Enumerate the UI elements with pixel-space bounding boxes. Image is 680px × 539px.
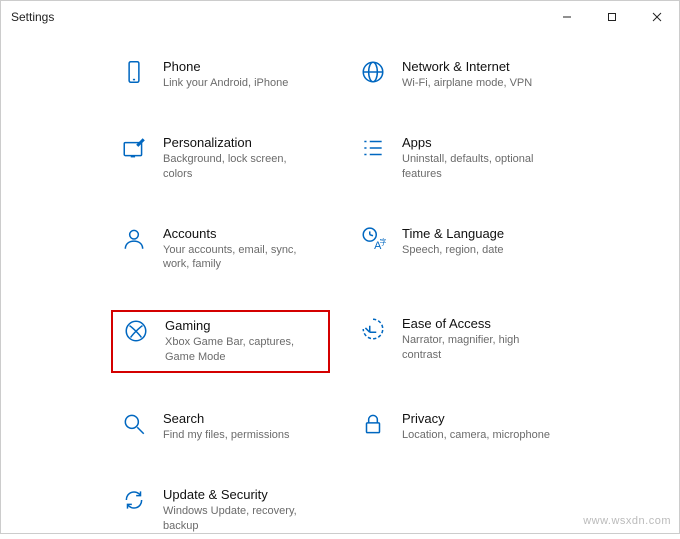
xbox-icon bbox=[121, 318, 151, 348]
settings-item-network[interactable]: Network & Internet Wi-Fi, airplane mode,… bbox=[350, 53, 569, 97]
item-desc: Location, camera, microphone bbox=[402, 428, 550, 443]
settings-item-ease-of-access[interactable]: Ease of Access Narrator, magnifier, high… bbox=[350, 310, 569, 373]
item-title: Personalization bbox=[163, 135, 313, 150]
ease-of-access-icon bbox=[358, 316, 388, 346]
maximize-button[interactable] bbox=[589, 1, 634, 33]
item-desc: Uninstall, defaults, optional features bbox=[402, 152, 552, 182]
item-title: Search bbox=[163, 411, 290, 426]
item-desc: Find my files, permissions bbox=[163, 428, 290, 443]
item-title: Network & Internet bbox=[402, 59, 532, 74]
minimize-button[interactable] bbox=[544, 1, 589, 33]
item-title: Time & Language bbox=[402, 226, 504, 241]
settings-item-phone[interactable]: Phone Link your Android, iPhone bbox=[111, 53, 330, 97]
item-title: Update & Security bbox=[163, 487, 313, 502]
item-title: Ease of Access bbox=[402, 316, 552, 331]
paintbrush-icon bbox=[119, 135, 149, 165]
titlebar: Settings bbox=[1, 1, 679, 33]
globe-icon bbox=[358, 59, 388, 89]
settings-item-privacy[interactable]: Privacy Location, camera, microphone bbox=[350, 405, 569, 449]
item-title: Accounts bbox=[163, 226, 313, 241]
watermark-text: www.wsxdn.com bbox=[583, 515, 671, 527]
settings-item-gaming[interactable]: Gaming Xbox Game Bar, captures, Game Mod… bbox=[111, 310, 330, 373]
item-desc: Speech, region, date bbox=[402, 243, 504, 258]
item-title: Apps bbox=[402, 135, 552, 150]
settings-content: Phone Link your Android, iPhone Network … bbox=[1, 33, 679, 539]
settings-grid: Phone Link your Android, iPhone Network … bbox=[41, 53, 639, 539]
svg-text:字: 字 bbox=[380, 236, 387, 246]
item-desc: Wi-Fi, airplane mode, VPN bbox=[402, 76, 532, 91]
sync-icon bbox=[119, 487, 149, 517]
settings-item-apps[interactable]: Apps Uninstall, defaults, optional featu… bbox=[350, 129, 569, 188]
item-desc: Link your Android, iPhone bbox=[163, 76, 288, 91]
item-desc: Narrator, magnifier, high contrast bbox=[402, 333, 552, 363]
settings-item-update-security[interactable]: Update & Security Windows Update, recove… bbox=[111, 481, 330, 539]
person-icon bbox=[119, 226, 149, 256]
settings-item-accounts[interactable]: Accounts Your accounts, email, sync, wor… bbox=[111, 220, 330, 279]
settings-item-personalization[interactable]: Personalization Background, lock screen,… bbox=[111, 129, 330, 188]
item-desc: Background, lock screen, colors bbox=[163, 152, 313, 182]
item-title: Gaming bbox=[165, 318, 315, 333]
item-desc: Your accounts, email, sync, work, family bbox=[163, 243, 313, 273]
lock-icon bbox=[358, 411, 388, 441]
settings-item-search[interactable]: Search Find my files, permissions bbox=[111, 405, 330, 449]
clock-language-icon: A字 bbox=[358, 226, 388, 256]
window-title: Settings bbox=[11, 10, 54, 24]
item-title: Phone bbox=[163, 59, 288, 74]
phone-icon bbox=[119, 59, 149, 89]
window-controls bbox=[544, 1, 679, 33]
item-title: Privacy bbox=[402, 411, 550, 426]
item-desc: Xbox Game Bar, captures, Game Mode bbox=[165, 335, 315, 365]
close-button[interactable] bbox=[634, 1, 679, 33]
settings-item-time-language[interactable]: A字 Time & Language Speech, region, date bbox=[350, 220, 569, 279]
search-icon bbox=[119, 411, 149, 441]
item-desc: Windows Update, recovery, backup bbox=[163, 504, 313, 534]
apps-list-icon bbox=[358, 135, 388, 165]
